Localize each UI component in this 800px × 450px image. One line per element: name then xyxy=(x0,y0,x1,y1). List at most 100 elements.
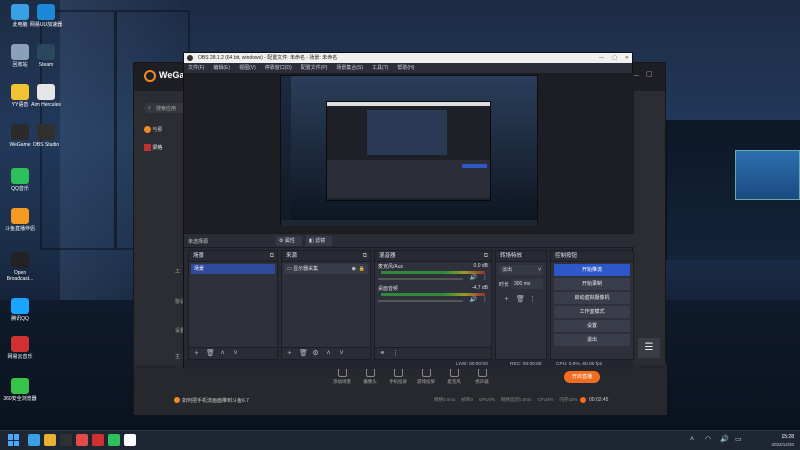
toolbar-item[interactable]: 摄像头 xyxy=(357,368,383,385)
arrow-up-icon[interactable]: ˄ xyxy=(219,350,226,357)
desktop-icon[interactable]: 360安全浏览器 xyxy=(2,378,38,402)
arrow-up-icon[interactable]: ˄ xyxy=(325,350,332,357)
menu-item[interactable]: 停靠窗口(D) xyxy=(265,63,292,73)
studio-mode-button[interactable]: 工作室模式 xyxy=(554,306,630,318)
desktop-icon[interactable]: 网易云音乐 xyxy=(2,336,38,360)
obs-preview[interactable] xyxy=(184,73,634,233)
duration-input[interactable]: 300 ms xyxy=(511,279,543,289)
speaker-icon[interactable]: 🔊 xyxy=(470,274,477,281)
more-icon[interactable]: ⋮ xyxy=(482,296,488,303)
settings-button[interactable]: 设置 xyxy=(554,320,630,332)
lock-icon[interactable]: 🔒 xyxy=(359,264,365,274)
dock-menu-icon[interactable]: ⧉ xyxy=(363,253,367,260)
close-icon[interactable]: ✕ xyxy=(625,53,629,63)
app-icon xyxy=(11,44,29,60)
stat-item: 网络延迟0.0ms xyxy=(501,397,532,402)
visibility-icon[interactable]: ◉ xyxy=(352,264,356,274)
menu-item[interactable]: 编辑(E) xyxy=(213,63,230,73)
more-icon[interactable]: ⋮ xyxy=(482,274,488,281)
desktop-icon[interactable]: 腾讯QQ xyxy=(2,298,38,322)
mixer-title: 混音器 xyxy=(375,251,491,262)
more-icon[interactable]: ⋮ xyxy=(392,350,399,357)
trash-icon[interactable]: 🗑 xyxy=(299,350,308,357)
start-record-button[interactable]: 开始录制 xyxy=(554,278,630,290)
desktop-icon[interactable]: Aim Hercules xyxy=(28,84,64,108)
app-icon xyxy=(11,168,29,184)
speaker-icon[interactable]: 🔊 xyxy=(470,296,477,303)
dock-menu-icon[interactable]: ⧉ xyxy=(484,253,488,260)
start-stream-button[interactable]: 开始推流 xyxy=(554,264,630,276)
obs-menubar: 文件(F) 编辑(E) 视图(V) 停靠窗口(D) 配置文件(P) 场景集合(S) 工具(T… xyxy=(184,63,632,73)
app-icon xyxy=(37,84,55,100)
menu-item[interactable]: 配置文件(P) xyxy=(301,63,328,73)
menu-icon[interactable]: ☰ xyxy=(638,338,660,358)
desktop-icon[interactable]: Steam xyxy=(28,44,64,68)
link-icon[interactable]: ⚭ xyxy=(379,350,386,357)
taskbar-app-icon[interactable] xyxy=(76,434,88,446)
speaker-icon[interactable]: 🔊 xyxy=(720,435,729,443)
wegame-side-item[interactable]: 与那 xyxy=(144,125,178,135)
taskbar-app-icon[interactable] xyxy=(108,434,120,446)
add-icon[interactable]: + xyxy=(193,350,200,357)
toolbar-item[interactable]: 麦克风 xyxy=(441,368,467,385)
menu-item[interactable]: 场景集合(S) xyxy=(336,63,363,73)
filters-button[interactable]: ◧ 滤镜 xyxy=(306,236,332,246)
exit-button[interactable]: 退出 xyxy=(554,334,630,346)
toolbar-item[interactable]: 游戏投屏 xyxy=(413,368,439,385)
clock-date[interactable]: 2022/12/20 xyxy=(760,442,794,447)
arrow-down-icon[interactable]: ˅ xyxy=(338,350,345,357)
toolbar-icon xyxy=(449,368,459,377)
taskbar-app-icon[interactable] xyxy=(28,434,40,446)
transition-select[interactable]: 淡出 ˅ xyxy=(499,265,543,275)
add-icon[interactable]: + xyxy=(503,296,510,303)
toolbar-item[interactable]: 添加场景 xyxy=(329,368,355,385)
desktop-icon[interactable]: OBS Studio xyxy=(28,124,64,148)
trash-icon[interactable]: 🗑 xyxy=(516,296,525,303)
source-item[interactable]: ▭ 显示器采集 ◉ 🔒 xyxy=(284,264,368,274)
dock-menu-icon[interactable]: ⧉ xyxy=(270,253,274,260)
maximize-icon[interactable]: ▢ xyxy=(646,70,653,78)
mixer-dock: 混音器 ⧉ 麦克风/Aux 0.0 dB 🔊 ⋮ 桌面音频 -4.7 dB 🔊 … xyxy=(374,250,492,360)
taskbar: ˄ ◠ 🔊 ▭ 15:28 2022/12/20 xyxy=(0,430,800,450)
scene-item[interactable]: 场景 xyxy=(191,264,275,274)
battery-icon[interactable]: ▭ xyxy=(735,435,742,443)
obs-window: OBS 28.1.2 (64 bit, windows) - 配置文件: 未命名… xyxy=(183,52,634,369)
menu-item[interactable]: 文件(F) xyxy=(188,63,204,73)
desktop-icon[interactable]: Open Broadcast... xyxy=(2,252,38,282)
taskbar-app-icon[interactable] xyxy=(44,434,56,446)
scenes-footer: + 🗑 ˄ ˅ xyxy=(189,347,277,359)
audio-channel: 桌面音频 -4.7 dB 🔊 ⋮ xyxy=(375,284,491,306)
maximize-icon[interactable]: ▢ xyxy=(612,53,617,63)
toolbar-item[interactable]: 手机投屏 xyxy=(385,368,411,385)
taskbar-app-icon[interactable] xyxy=(124,434,136,446)
menu-item[interactable]: 工具(T) xyxy=(372,63,388,73)
record-icon xyxy=(580,397,586,403)
tip-icon xyxy=(174,397,180,403)
add-icon[interactable]: + xyxy=(286,350,293,357)
wegame-side-item[interactable]: 梁格 xyxy=(144,143,178,153)
desktop-icon[interactable]: QQ音乐 xyxy=(2,168,38,192)
menu-item[interactable]: 帮助(H) xyxy=(397,63,414,73)
desktop-icon[interactable]: 斗鱼直播伴侣 xyxy=(2,208,38,232)
wifi-icon[interactable]: ◠ xyxy=(705,435,711,443)
desktop-icon[interactable]: 网易UU加速器 xyxy=(28,4,64,28)
windows-start-icon[interactable] xyxy=(8,434,20,446)
arrow-down-icon[interactable]: ˅ xyxy=(232,350,239,357)
start-live-button[interactable]: 开启直播 xyxy=(564,371,600,383)
toolbar-icon xyxy=(393,368,403,377)
virtual-camera-button[interactable]: 启动虚拟摄像机 xyxy=(554,292,630,304)
properties-button[interactable]: ⚙ 属性 xyxy=(276,236,302,246)
clock-time[interactable]: 15:28 xyxy=(760,434,794,440)
tip-text[interactable]: 如何把手机流画面推到斗鱼6.7 xyxy=(182,397,249,404)
more-icon[interactable]: ⋮ xyxy=(529,296,536,303)
trash-icon[interactable]: 🗑 xyxy=(206,350,215,357)
taskbar-app-icon[interactable] xyxy=(92,434,104,446)
taskbar-app-icon[interactable] xyxy=(60,434,72,446)
volume-slider[interactable] xyxy=(378,300,463,302)
menu-item[interactable]: 视图(V) xyxy=(239,63,256,73)
chevron-up-icon[interactable]: ˄ xyxy=(690,436,694,443)
minimize-icon[interactable]: — xyxy=(599,53,604,63)
toolbar-item[interactable]: 扬声器 xyxy=(469,368,495,385)
gear-icon[interactable]: ⚙ xyxy=(312,350,319,357)
volume-slider[interactable] xyxy=(378,278,463,280)
